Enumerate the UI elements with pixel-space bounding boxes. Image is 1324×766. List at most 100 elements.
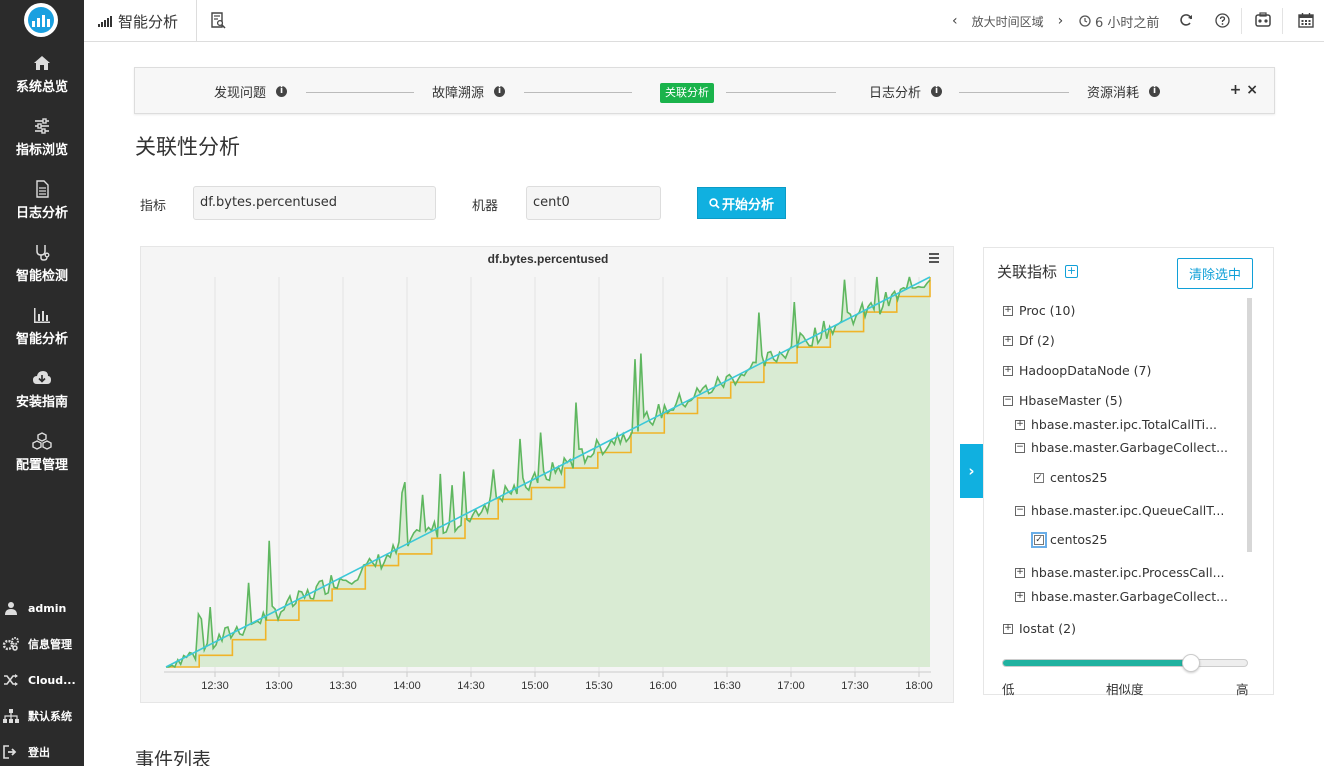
expand-icon[interactable]: + bbox=[1003, 305, 1013, 316]
tree-node-garbagecollect[interactable]: − hbase.master.GarbageCollect... bbox=[1015, 440, 1228, 455]
top-bar: 智能分析 ‹ 放大时间区域 › 6 小时之前 bbox=[84, 0, 1324, 42]
checkbox[interactable]: ✓ bbox=[1031, 531, 1047, 548]
sitemap-icon bbox=[3, 709, 19, 723]
metric-chart[interactable]: 12:30 13:00 13:30 14:00 14:30 15:00 15:30 16:00… bbox=[141, 247, 955, 704]
tree-node-label: centos25 bbox=[1050, 532, 1108, 547]
start-analysis-button[interactable]: 开始分析 bbox=[697, 187, 786, 219]
info-icon[interactable]: i bbox=[1149, 86, 1161, 97]
tree-leaf-centos25[interactable]: ✓ centos25 bbox=[1034, 470, 1107, 485]
tree-node-queuecalltime[interactable]: − hbase.master.ipc.QueueCallT... bbox=[1015, 503, 1224, 518]
step-discover[interactable]: 发现问题 i bbox=[214, 68, 288, 115]
similarity-slider-handle[interactable] bbox=[1182, 654, 1201, 672]
logout[interactable]: 登出 bbox=[0, 740, 84, 764]
expand-icon[interactable]: + bbox=[1015, 591, 1025, 602]
events-title: 事件列表 bbox=[135, 749, 212, 766]
sidebar-item-logs[interactable]: 日志分析 bbox=[0, 178, 84, 221]
checkbox[interactable]: ✓ bbox=[1034, 472, 1044, 483]
tree-node-processcalltime[interactable]: + hbase.master.ipc.ProcessCall... bbox=[1015, 565, 1225, 580]
info-icon[interactable]: i bbox=[276, 86, 288, 97]
home-icon bbox=[34, 56, 50, 70]
clear-selection-button[interactable]: 清除选中 bbox=[1177, 258, 1253, 289]
sidebar-item-analysis[interactable]: 智能分析 bbox=[0, 304, 84, 347]
file-icon bbox=[36, 180, 49, 198]
sidebar-item-config[interactable]: 配置管理 bbox=[0, 430, 84, 473]
collapse-icon[interactable]: − bbox=[1015, 505, 1025, 516]
tree-node-label: centos25 bbox=[1050, 470, 1108, 485]
expand-icon[interactable]: + bbox=[1015, 419, 1025, 430]
expand-icon[interactable]: + bbox=[1003, 365, 1013, 376]
x-tick-label: 13:00 bbox=[265, 680, 293, 692]
time-zoom-control[interactable]: ‹ 放大时间区域 › bbox=[952, 0, 1063, 42]
default-system[interactable]: 默认系统 bbox=[0, 704, 84, 728]
related-metrics-panel: 关联指标 + 清除选中 + Proc (10) + Df (2) + HadoopDa… bbox=[983, 247, 1274, 697]
tree-node-garbagecollect-2[interactable]: + hbase.master.GarbageCollect... bbox=[1015, 589, 1228, 604]
chart-panel: 12:30 13:00 13:30 14:00 14:30 15:00 15:30 16:00… bbox=[140, 246, 954, 703]
sidebar-item-label: 日志分析 bbox=[15, 206, 68, 221]
machine-input[interactable]: cent0 bbox=[526, 186, 661, 220]
calendar-icon[interactable] bbox=[1298, 12, 1314, 28]
tree-leaf-centos25[interactable]: ✓ centos25 bbox=[1031, 531, 1108, 548]
dashboard-icon[interactable] bbox=[1255, 12, 1271, 28]
shuffle-icon bbox=[4, 674, 18, 686]
x-tick-label: 12:30 bbox=[201, 680, 229, 692]
sidebar-item-install[interactable]: 安装指南 bbox=[0, 367, 84, 410]
step-label: 发现问题 bbox=[214, 86, 267, 101]
chevron-left-icon[interactable]: ‹ bbox=[952, 13, 958, 29]
chevron-right-icon[interactable]: › bbox=[960, 444, 983, 498]
chart-menu-icon[interactable] bbox=[929, 253, 939, 263]
info-management[interactable]: 信息管理 bbox=[0, 632, 84, 656]
tree-node-hbasemaster[interactable]: − HbaseMaster (5) bbox=[1003, 393, 1123, 408]
step-label: 日志分析 bbox=[869, 86, 922, 101]
step-resources[interactable]: 资源消耗 i bbox=[1087, 68, 1161, 115]
sidebar-item-overview[interactable]: 系统总览 bbox=[0, 52, 84, 95]
add-metric-icon[interactable]: + bbox=[1065, 265, 1079, 278]
bottom-item-label: 登出 bbox=[28, 746, 50, 759]
divider bbox=[1282, 8, 1283, 34]
step-correlation[interactable]: 关联分析 bbox=[660, 83, 714, 103]
tree-node-df[interactable]: + Df (2) bbox=[1003, 333, 1055, 348]
tree-node-label: HadoopDataNode (7) bbox=[1019, 363, 1152, 378]
expand-icon[interactable]: + bbox=[1015, 567, 1025, 578]
tree-node-proc[interactable]: + Proc (10) bbox=[1003, 303, 1075, 318]
time-range-picker[interactable]: 6 小时之前 bbox=[1079, 0, 1159, 42]
info-icon[interactable]: i bbox=[494, 86, 506, 97]
x-tick-label: 17:30 bbox=[841, 680, 869, 692]
user-menu[interactable]: admin bbox=[0, 596, 84, 620]
chevron-right-icon[interactable]: › bbox=[1058, 13, 1064, 29]
collapse-icon[interactable]: − bbox=[1003, 395, 1013, 406]
x-tick-label: 17:00 bbox=[777, 680, 805, 692]
cloud-switch[interactable]: Cloud... bbox=[0, 668, 84, 692]
x-tick-label: 16:00 bbox=[649, 680, 677, 692]
header-title: 智能分析 bbox=[118, 12, 179, 31]
step-trace[interactable]: 故障溯源 i bbox=[432, 68, 506, 115]
info-icon[interactable]: i bbox=[931, 86, 943, 97]
refresh-icon[interactable] bbox=[1179, 13, 1193, 27]
tree-scrollbar[interactable] bbox=[1247, 298, 1252, 552]
clock-icon bbox=[1079, 15, 1091, 27]
tree-node-hadoopdatanode[interactable]: + HadoopDataNode (7) bbox=[1003, 363, 1151, 378]
collapse-icon[interactable]: − bbox=[1015, 442, 1025, 453]
similarity-slider[interactable] bbox=[1002, 659, 1248, 667]
tree-node-iostat[interactable]: + Iostat (2) bbox=[1003, 621, 1076, 636]
document-search-icon[interactable] bbox=[210, 12, 226, 29]
bar-chart-icon bbox=[34, 308, 50, 323]
similarity-low-label: 低 bbox=[1002, 682, 1015, 697]
tree-node-label: hbase.master.ipc.QueueCallT... bbox=[1031, 503, 1225, 518]
tree-node-totalcalltime[interactable]: + hbase.master.ipc.TotalCallTi... bbox=[1015, 417, 1217, 432]
tree-node-label: hbase.master.GarbageCollect... bbox=[1031, 440, 1229, 455]
metric-input[interactable]: df.bytes.percentused bbox=[193, 186, 436, 220]
page-title: 关联性分析 bbox=[135, 135, 240, 159]
sidebar-item-detection[interactable]: 智能检测 bbox=[0, 241, 84, 284]
app-logo[interactable] bbox=[24, 3, 58, 37]
stethoscope-icon bbox=[36, 245, 50, 261]
expand-icon[interactable]: + bbox=[1003, 623, 1013, 634]
similarity-slider-fill bbox=[1003, 660, 1191, 666]
sidebar-item-metrics[interactable]: 指标浏览 bbox=[0, 115, 84, 158]
help-icon[interactable] bbox=[1215, 13, 1230, 28]
related-metrics-header: 关联指标 + bbox=[997, 261, 1079, 282]
steps-controls[interactable]: + × bbox=[1230, 82, 1258, 98]
step-logs[interactable]: 日志分析 i bbox=[869, 68, 943, 115]
tree-node-label: hbase.master.GarbageCollect... bbox=[1031, 589, 1229, 604]
expand-icon[interactable]: + bbox=[1003, 335, 1013, 346]
x-tick-label: 14:00 bbox=[393, 680, 421, 692]
